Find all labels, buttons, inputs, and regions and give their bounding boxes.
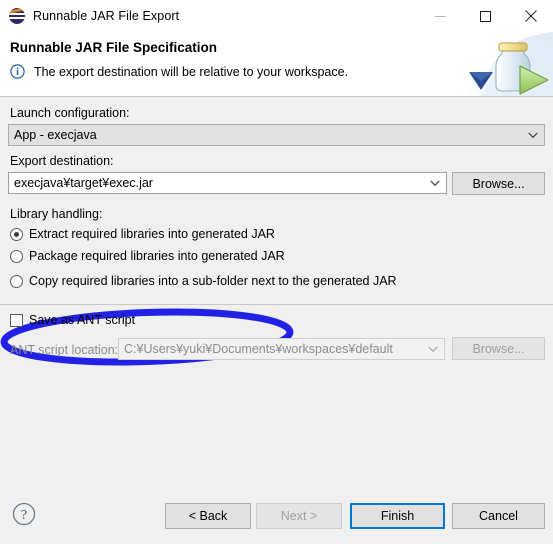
launch-configuration-label: Launch configuration:: [10, 106, 130, 120]
radio-package-libraries[interactable]: Package required libraries into generate…: [10, 249, 285, 263]
radio-extract-libraries[interactable]: Extract required libraries into generate…: [10, 227, 275, 241]
chevron-down-icon: [424, 180, 446, 187]
radio-indicator: [10, 249, 23, 263]
help-icon[interactable]: ?: [12, 502, 36, 526]
finish-button[interactable]: Finish: [350, 503, 445, 529]
chevron-down-icon: [522, 132, 544, 139]
radio-label: Extract required libraries into generate…: [29, 227, 275, 241]
chevron-down-icon: [422, 346, 444, 353]
ant-script-browse-button: Browse...: [452, 337, 545, 360]
jar-export-banner-icon: [460, 32, 553, 96]
window-title: Runnable JAR File Export: [33, 9, 180, 23]
maximize-icon[interactable]: [463, 0, 508, 32]
radio-indicator: [10, 227, 23, 241]
library-handling-label: Library handling:: [10, 207, 103, 221]
info-icon: [10, 64, 25, 79]
page-description-row: The export destination will be relative …: [10, 64, 348, 79]
dialog-footer: ? < Back Next > Finish Cancel: [0, 489, 553, 543]
window-controls: [418, 0, 553, 32]
export-destination-browse-button[interactable]: Browse...: [452, 172, 545, 195]
dialog-header: Runnable JAR File Specification The expo…: [0, 32, 553, 97]
ant-script-location-combo[interactable]: C:¥Users¥yuki¥Documents¥workspaces¥defau…: [118, 338, 445, 360]
next-button: Next >: [256, 503, 342, 529]
svg-text:?: ?: [21, 508, 27, 523]
page-description: The export destination will be relative …: [34, 64, 349, 79]
close-icon[interactable]: [508, 0, 553, 32]
checkbox-indicator: [10, 313, 23, 327]
back-button[interactable]: < Back: [165, 503, 251, 529]
radio-label: Copy required libraries into a sub-folde…: [29, 274, 397, 288]
minimize-icon[interactable]: [418, 0, 463, 32]
checkbox-label: Save as ANT script: [29, 313, 136, 327]
export-destination-value: execjava¥target¥exec.jar: [14, 176, 153, 190]
ant-script-location-label: ANT script location:: [10, 343, 119, 357]
save-as-ant-script-checkbox[interactable]: Save as ANT script: [10, 313, 135, 327]
dialog-content: Launch configuration: App - execjava Exp…: [0, 97, 553, 544]
launch-configuration-combo[interactable]: App - execjava: [8, 124, 545, 146]
radio-label: Package required libraries into generate…: [29, 249, 285, 263]
page-title: Runnable JAR File Specification: [10, 40, 218, 55]
export-destination-label: Export destination:: [10, 154, 114, 168]
divider: [0, 304, 553, 305]
eclipse-icon: [9, 8, 25, 24]
radio-copy-libraries[interactable]: Copy required libraries into a sub-folde…: [10, 274, 397, 288]
launch-configuration-value: App - execjava: [14, 128, 97, 142]
title-bar: Runnable JAR File Export: [0, 0, 553, 32]
cancel-button[interactable]: Cancel: [452, 503, 545, 529]
export-destination-combo[interactable]: execjava¥target¥exec.jar: [8, 172, 447, 194]
radio-indicator: [10, 274, 23, 288]
ant-script-location-value: C:¥Users¥yuki¥Documents¥workspaces¥defau…: [124, 342, 393, 356]
